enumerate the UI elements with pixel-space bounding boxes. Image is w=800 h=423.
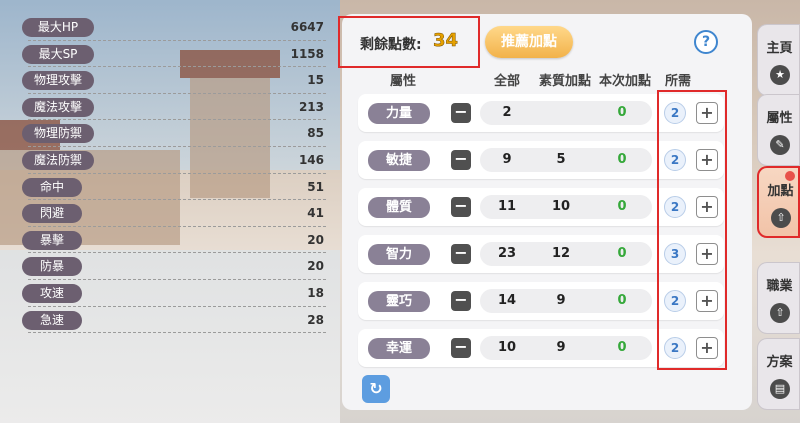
tab-label: 職業 [766,279,793,294]
document-icon: ▤ [770,379,790,399]
current-value: 0 [617,152,627,167]
base-value: 12 [551,246,571,261]
tab-add-points[interactable]: 加點 ⇧ [757,166,800,238]
stat-row: 攻速 18 [18,280,334,307]
refresh-icon[interactable]: ↻ [362,375,390,403]
stat-value: 18 [307,285,324,300]
stat-value: 213 [298,99,324,114]
attribute-name: 體質 [368,197,430,218]
stat-label: 魔法攻擊 [22,97,94,117]
stat-label: 最大HP [22,18,94,37]
stat-label: 防暴 [22,257,82,277]
stat-row: 閃避 41 [18,200,334,227]
stat-value: 1158 [290,46,324,61]
tab-job[interactable]: 職業 ⇧ [757,262,800,334]
attribute-name: 靈巧 [368,291,430,312]
stat-value: 28 [307,312,324,327]
current-value: 0 [617,199,627,214]
stat-value: 6647 [290,20,324,34]
minus-button[interactable]: − [451,338,471,358]
stat-value: 51 [307,179,324,194]
attribute-name: 幸運 [368,338,430,359]
total-value: 14 [497,293,517,308]
tab-attributes[interactable]: 屬性 ✎ [757,94,800,166]
base-value: 10 [551,199,571,214]
stat-row: 最大SP 1158 [18,41,334,68]
stat-row: 防暴 20 [18,253,334,280]
help-icon[interactable]: ? [694,30,718,54]
stat-value: 15 [307,73,324,88]
stat-value: 20 [307,259,324,274]
stat-value: 41 [307,206,324,221]
current-value: 0 [617,340,627,355]
minus-button[interactable]: − [451,150,471,170]
current-value: 0 [617,246,627,261]
stat-row: 魔法攻擊 213 [18,94,334,121]
tab-label: 主頁 [766,41,793,56]
stat-label: 暴擊 [22,230,82,250]
remaining-points-value: 34 [433,30,459,52]
tab-label: 屬性 [766,111,793,126]
need-column-highlight [657,90,727,370]
upgrade-arrow-icon: ⇧ [771,208,791,228]
stat-row: 魔法防禦 146 [18,147,334,174]
stat-row: 物理防禦 85 [18,120,334,147]
base-value: 5 [556,152,566,167]
total-value: 2 [502,105,512,120]
divider [28,332,326,334]
stat-row: 急速 28 [18,307,334,334]
attribute-name: 力量 [368,103,430,124]
stat-row: 最大HP 6647 [18,14,334,41]
star-icon: ★ [770,65,790,85]
base-value: 9 [556,340,566,355]
tab-label: 加點 [767,184,794,199]
stat-label: 命中 [22,177,82,197]
recommend-button[interactable]: 推薦加點 [485,26,573,58]
upgrade-arrow-icon: ⇧ [770,303,790,323]
stat-value: 20 [307,232,324,247]
stat-value: 146 [298,152,324,167]
tab-home[interactable]: 主頁 ★ [757,24,800,96]
header-total: 全部 [494,74,521,89]
stat-value: 85 [307,126,324,141]
current-value: 0 [617,105,627,120]
stat-list: 最大HP 6647 最大SP 1158 物理攻擊 15 魔法攻擊 213 物理防禦 85 … [18,14,334,334]
stat-label: 閃避 [22,204,82,224]
stat-label: 最大SP [22,44,94,64]
stat-row: 命中 51 [18,174,334,201]
remaining-points-label: 剩餘點數: [360,37,422,53]
stat-label: 急速 [22,310,82,330]
tab-label: 方案 [766,355,793,370]
total-value: 9 [502,152,512,167]
attribute-name: 智力 [368,244,430,265]
pencil-icon: ✎ [770,135,790,155]
base-value: 9 [556,293,566,308]
stat-row: 暴擊 20 [18,227,334,254]
stat-label: 物理防禦 [22,124,94,144]
attribute-name: 敏捷 [368,150,430,171]
total-value: 10 [497,340,517,355]
stat-row: 物理攻擊 15 [18,67,334,94]
total-value: 11 [497,199,517,214]
minus-button[interactable]: − [451,197,471,217]
header-attribute: 屬性 [390,74,417,89]
current-value: 0 [617,293,627,308]
stat-label: 魔法防禦 [22,150,94,170]
header-current: 本次加點 [599,74,652,89]
minus-button[interactable]: − [451,244,471,264]
header-need: 所需 [665,74,692,89]
total-value: 23 [497,246,517,261]
stat-label: 攻速 [22,283,82,303]
tab-plan[interactable]: 方案 ▤ [757,338,800,410]
minus-button[interactable]: − [451,291,471,311]
stat-label: 物理攻擊 [22,71,94,91]
header-base: 素質加點 [539,74,592,89]
minus-button[interactable]: − [451,103,471,123]
